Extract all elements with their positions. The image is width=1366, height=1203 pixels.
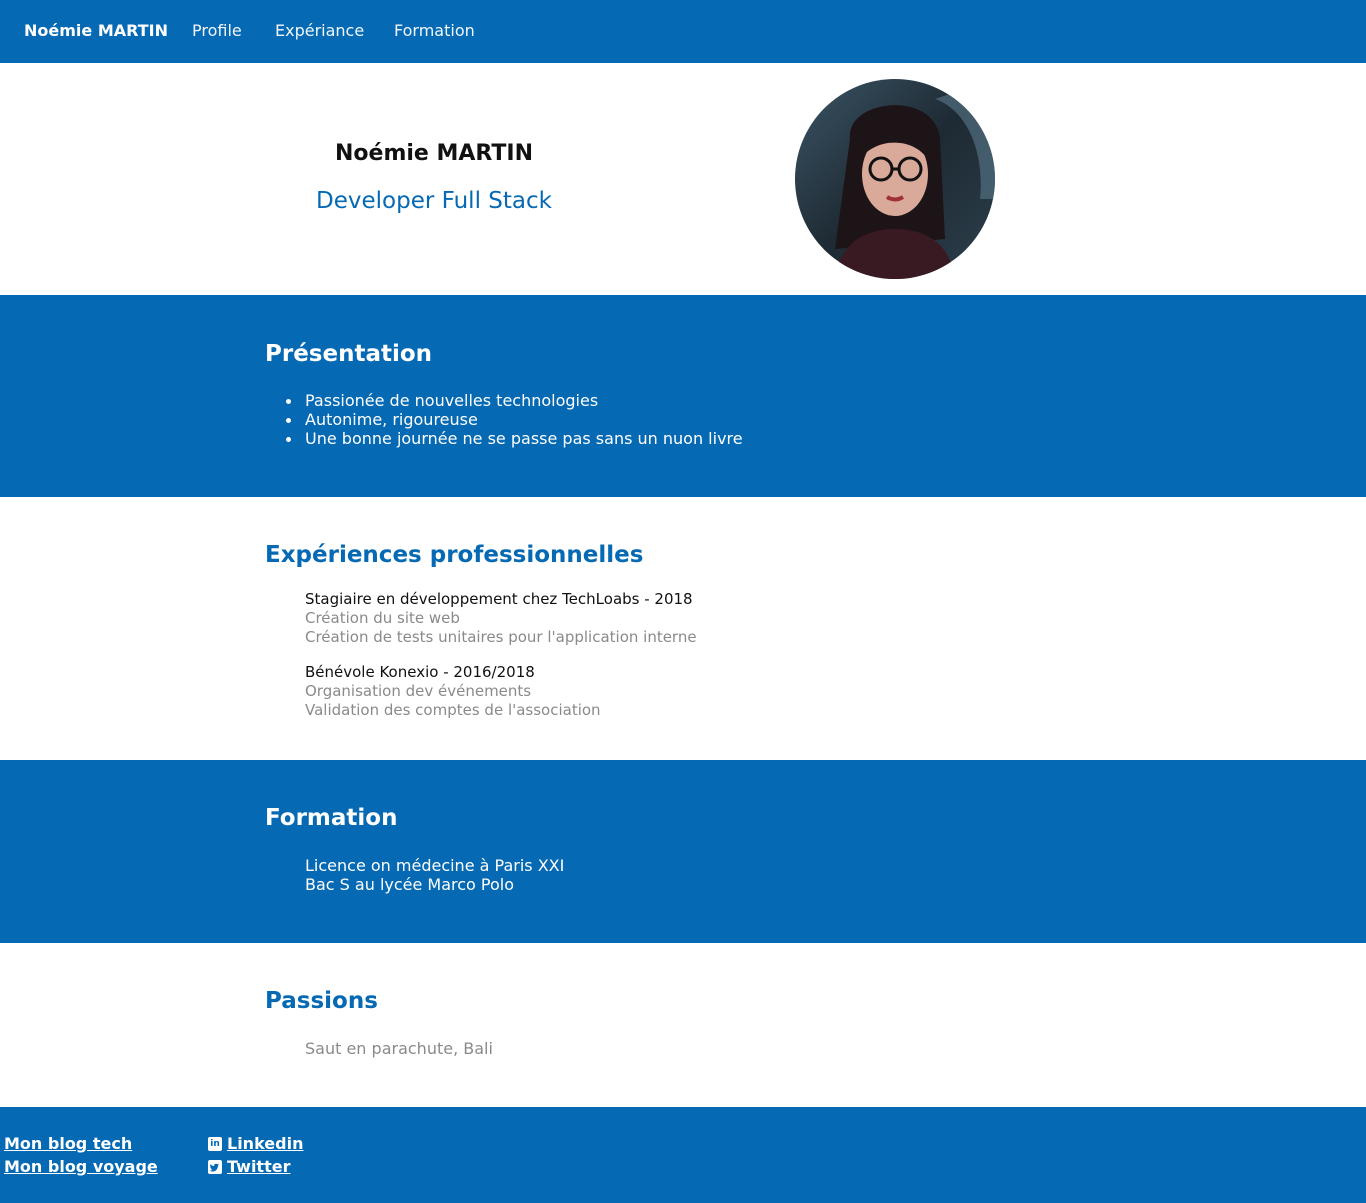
linkedin-link[interactable]: Linkedin [227,1134,303,1153]
experience-item: Stagiaire en développement chez TechLoab… [305,590,697,647]
experience-title: Expériences professionnelles [265,542,644,568]
footer: Mon blog tech Mon blog voyage in Linkedi… [0,1107,1366,1203]
profile-photo-illustration [795,79,995,279]
experience-detail: Validation des comptes de l'association [305,701,601,719]
list-item: Autonime, rigoureuse [285,410,743,429]
passions-title: Passions [265,988,378,1014]
formation-section: Formation Licence on médecine à Paris XX… [0,760,1366,943]
passion-item: Saut en parachute, Bali [305,1039,493,1058]
presentation-title: Présentation [265,341,433,367]
twitter-bird-glyph [209,1163,219,1172]
experience-heading: Bénévole Konexio - 2016/2018 [305,663,535,681]
nav-link-formation[interactable]: Formation [394,21,475,40]
list-item: Passionée de nouvelles technologies [285,391,743,410]
presentation-section: Présentation Passionée de nouvelles tech… [0,295,1366,497]
twitter-link[interactable]: Twitter [227,1157,290,1176]
formation-list: Licence on médecine à Paris XXI Bac S au… [305,856,564,894]
blog-tech-link[interactable]: Mon blog tech [4,1134,132,1153]
top-navbar: Noémie MARTIN Profile Expériance Formati… [0,0,1366,63]
formation-item: Bac S au lycée Marco Polo [305,875,515,894]
formation-title: Formation [265,805,398,831]
twitter-icon[interactable] [208,1160,222,1174]
experience-item: Bénévole Konexio - 2016/2018 Organisatio… [305,663,601,720]
blog-voyage-link[interactable]: Mon blog voyage [4,1157,158,1176]
experience-detail: Organisation dev événements [305,682,532,700]
formation-item: Licence on médecine à Paris XXI [305,856,565,875]
passions-list: Saut en parachute, Bali [305,1039,493,1058]
profile-photo [795,79,995,279]
hero-job-title: Developer Full Stack [316,188,552,214]
list-item: Une bonne journée ne se passe pas sans u… [285,429,743,448]
nav-link-experience[interactable]: Expériance [275,21,364,40]
linkedin-icon[interactable]: in [208,1137,222,1151]
experience-section: Expériences professionnelles Stagiaire e… [0,497,1366,760]
experience-detail: Création de tests unitaires pour l'appli… [305,628,697,646]
brand-link[interactable]: Noémie MARTIN [24,21,168,40]
nav-link-profile[interactable]: Profile [192,21,242,40]
presentation-list: Passionée de nouvelles technologies Auto… [285,391,743,448]
hero-name: Noémie MARTIN [335,141,533,166]
hero-section: Noémie MARTIN Developer Full Stack [0,63,1366,295]
experience-heading: Stagiaire en développement chez TechLoab… [305,590,693,608]
passions-section: Passions Saut en parachute, Bali [0,943,1366,1107]
experience-detail: Création du site web [305,609,460,627]
